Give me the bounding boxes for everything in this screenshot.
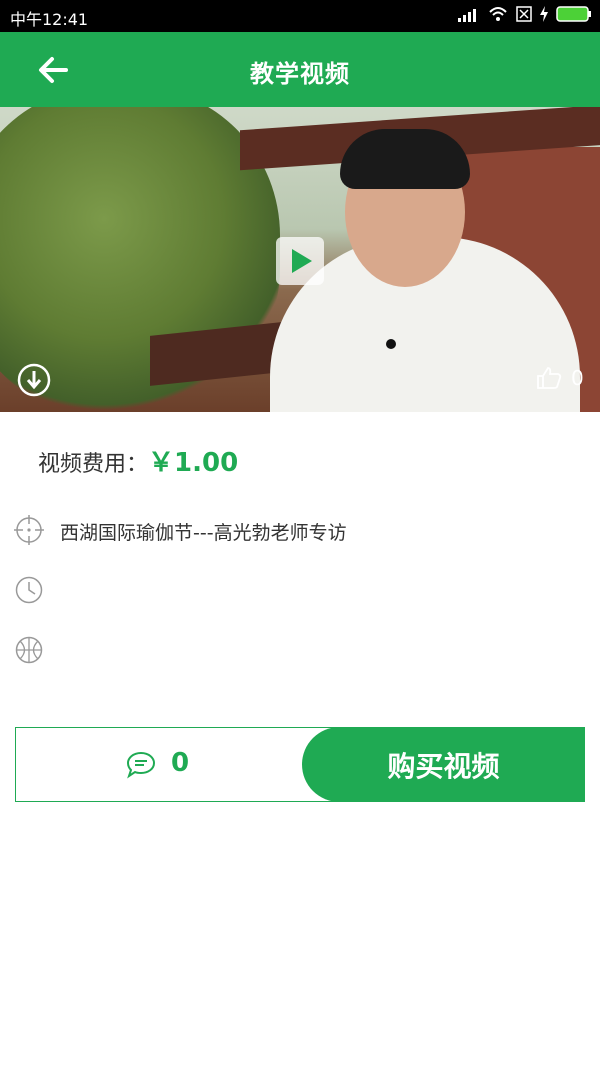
signal-icon <box>458 7 480 26</box>
like-count: 0 <box>571 366 584 390</box>
play-button[interactable] <box>276 237 324 285</box>
no-sim-icon <box>516 6 532 26</box>
video-price: 视频费用：￥1.00 <box>38 442 238 479</box>
price-label: 视频费用： <box>38 452 149 477</box>
buy-video-button[interactable]: 购买视频 <box>302 727 585 802</box>
ball-icon <box>14 635 44 665</box>
info-row-category <box>14 630 574 670</box>
clock-icon <box>14 575 44 605</box>
app-header: 教学视频 <box>0 32 600 107</box>
battery-icon <box>556 5 592 27</box>
charging-icon <box>540 6 548 26</box>
video-thumbnail-hair <box>340 129 470 189</box>
comment-icon <box>126 750 156 780</box>
status-time: 中午12:41 <box>10 10 89 29</box>
info-row-time <box>14 570 574 610</box>
page-title: 教学视频 <box>250 60 350 88</box>
price-value: ￥1.00 <box>148 448 239 478</box>
comment-button[interactable]: 0 <box>16 728 316 801</box>
status-bar: 中午12:41 <box>0 0 600 32</box>
video-thumbnail-mic <box>386 339 396 349</box>
wifi-icon <box>488 6 508 26</box>
info-row-title: 西湖国际瑜伽节---高光勃老师专访 <box>14 510 574 550</box>
like-icon[interactable] <box>536 366 562 390</box>
action-bar: 0 购买视频 <box>15 727 585 802</box>
comment-count: 0 <box>171 748 190 778</box>
download-icon[interactable] <box>17 363 51 397</box>
video-title: 西湖国际瑜伽节---高光勃老师专访 <box>60 522 347 544</box>
crosshair-icon <box>14 515 44 545</box>
status-icons <box>458 6 592 26</box>
